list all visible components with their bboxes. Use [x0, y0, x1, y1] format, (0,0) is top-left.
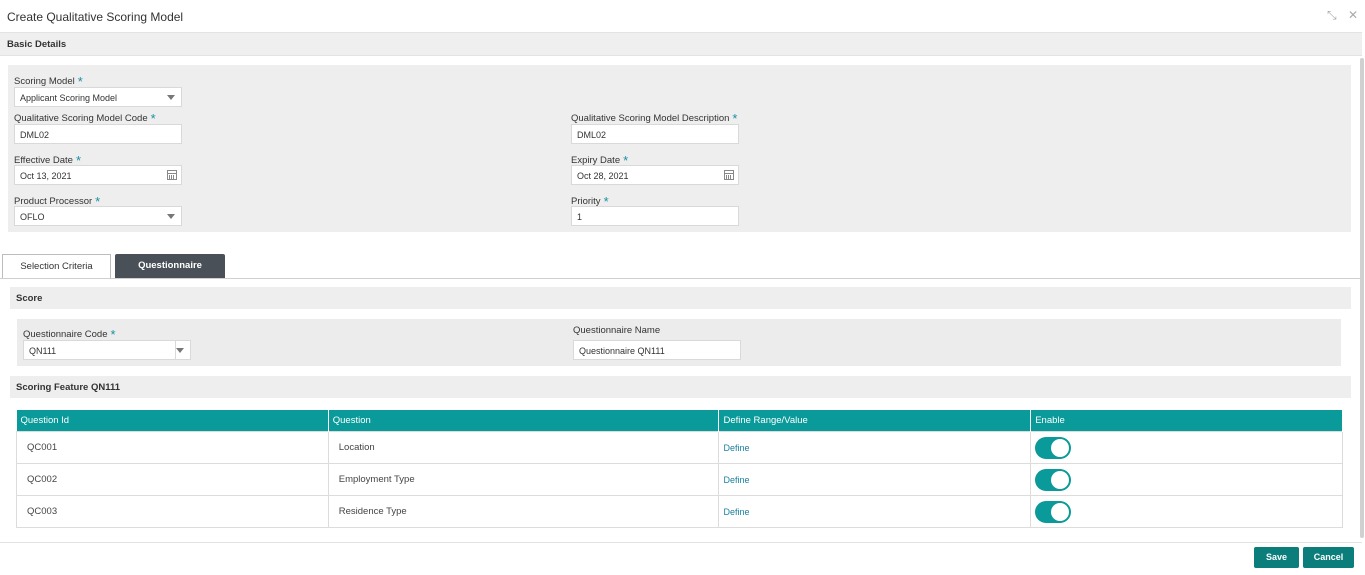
toggle-knob — [1051, 502, 1070, 521]
scoring-feature-header: Scoring Feature QN111 — [10, 376, 1351, 398]
priority-label: Priority * — [571, 194, 609, 209]
vertical-scrollbar[interactable] — [1360, 58, 1364, 538]
define-link[interactable]: Define — [718, 463, 1032, 496]
priority-input[interactable]: 1 — [571, 206, 739, 226]
product-processor-label: Product Processor * — [14, 194, 101, 209]
chevron-down-icon — [167, 95, 175, 100]
questionnaire-code-select[interactable]: QN111 — [23, 340, 191, 360]
enable-cell — [1030, 463, 1343, 496]
tab-questionnaire[interactable]: Questionnaire — [115, 254, 225, 278]
question-id-cell: QC001 — [16, 431, 329, 464]
enable-toggle[interactable] — [1035, 468, 1072, 491]
column-header-question[interactable]: Question — [328, 410, 720, 432]
minimize-icon[interactable]: ⤡ — [1327, 8, 1337, 23]
expiry-date-label: Expiry Date * — [571, 153, 629, 168]
enable-cell — [1030, 495, 1343, 528]
questionnaire-code-label: Questionnaire Code * — [23, 327, 116, 342]
expiry-date-input[interactable]: Oct 28, 2021 — [571, 165, 739, 185]
column-header-define[interactable]: Define Range/Value — [718, 410, 1032, 432]
scoring-model-select[interactable]: Applicant Scoring Model — [14, 87, 182, 107]
effective-date-label: Effective Date * — [14, 153, 82, 168]
calendar-icon[interactable] — [167, 170, 177, 180]
save-button[interactable]: Save — [1254, 547, 1299, 568]
question-cell: Residence Type — [328, 495, 720, 528]
title-bar: Create Qualitative Scoring Model ⤡ ✕ — [0, 0, 1362, 33]
close-icon[interactable]: ✕ — [1348, 8, 1358, 22]
table-row: QC002 Employment Type Define — [16, 463, 1343, 496]
question-cell: Employment Type — [328, 463, 720, 496]
column-header-enable[interactable]: Enable — [1030, 410, 1343, 432]
model-code-label: Qualitative Scoring Model Code * — [14, 111, 156, 126]
table-row: QC001 Location Define — [16, 431, 1343, 464]
window-title: Create Qualitative Scoring Model — [7, 10, 184, 24]
product-processor-select[interactable]: OFLO — [14, 206, 182, 226]
scoring-feature-heading: Scoring Feature QN111 — [16, 382, 121, 393]
scoring-model-label: Scoring Model * — [14, 74, 83, 89]
questionnaire-name-label: Questionnaire Name — [573, 325, 661, 336]
enable-cell — [1030, 431, 1343, 464]
effective-date-input[interactable]: Oct 13, 2021 — [14, 165, 182, 185]
model-description-label: Qualitative Scoring Model Description * — [571, 111, 738, 126]
score-header: Score — [10, 287, 1351, 309]
question-id-cell: QC002 — [16, 463, 329, 496]
table-row: QC003 Residence Type Define — [16, 495, 1343, 528]
calendar-icon[interactable] — [724, 170, 734, 180]
basic-details-header: Basic Details — [0, 33, 1362, 56]
table-header-row: Question Id Question Define Range/Value … — [16, 410, 1343, 432]
toggle-knob — [1051, 438, 1070, 457]
model-description-input[interactable]: DML02 — [571, 124, 739, 144]
scoring-feature-table: Question Id Question Define Range/Value … — [16, 410, 1343, 528]
cancel-button[interactable]: Cancel — [1303, 547, 1354, 568]
chevron-down-icon — [167, 214, 175, 219]
tab-divider — [0, 278, 1362, 279]
enable-toggle[interactable] — [1035, 500, 1072, 523]
column-header-question-id[interactable]: Question Id — [16, 410, 329, 432]
model-code-input[interactable]: DML02 — [14, 124, 182, 144]
question-id-cell: QC003 — [16, 495, 329, 528]
footer-divider — [0, 542, 1362, 543]
tab-selection-criteria[interactable]: Selection Criteria — [2, 254, 111, 278]
question-cell: Location — [328, 431, 720, 464]
define-link[interactable]: Define — [718, 431, 1032, 464]
define-link[interactable]: Define — [718, 495, 1032, 528]
chevron-down-icon — [176, 348, 184, 353]
basic-details-heading: Basic Details — [7, 39, 67, 50]
enable-toggle[interactable] — [1035, 436, 1072, 459]
score-heading: Score — [16, 293, 43, 304]
questionnaire-name-input[interactable]: Questionnaire QN111 — [573, 340, 741, 360]
toggle-knob — [1051, 470, 1070, 489]
